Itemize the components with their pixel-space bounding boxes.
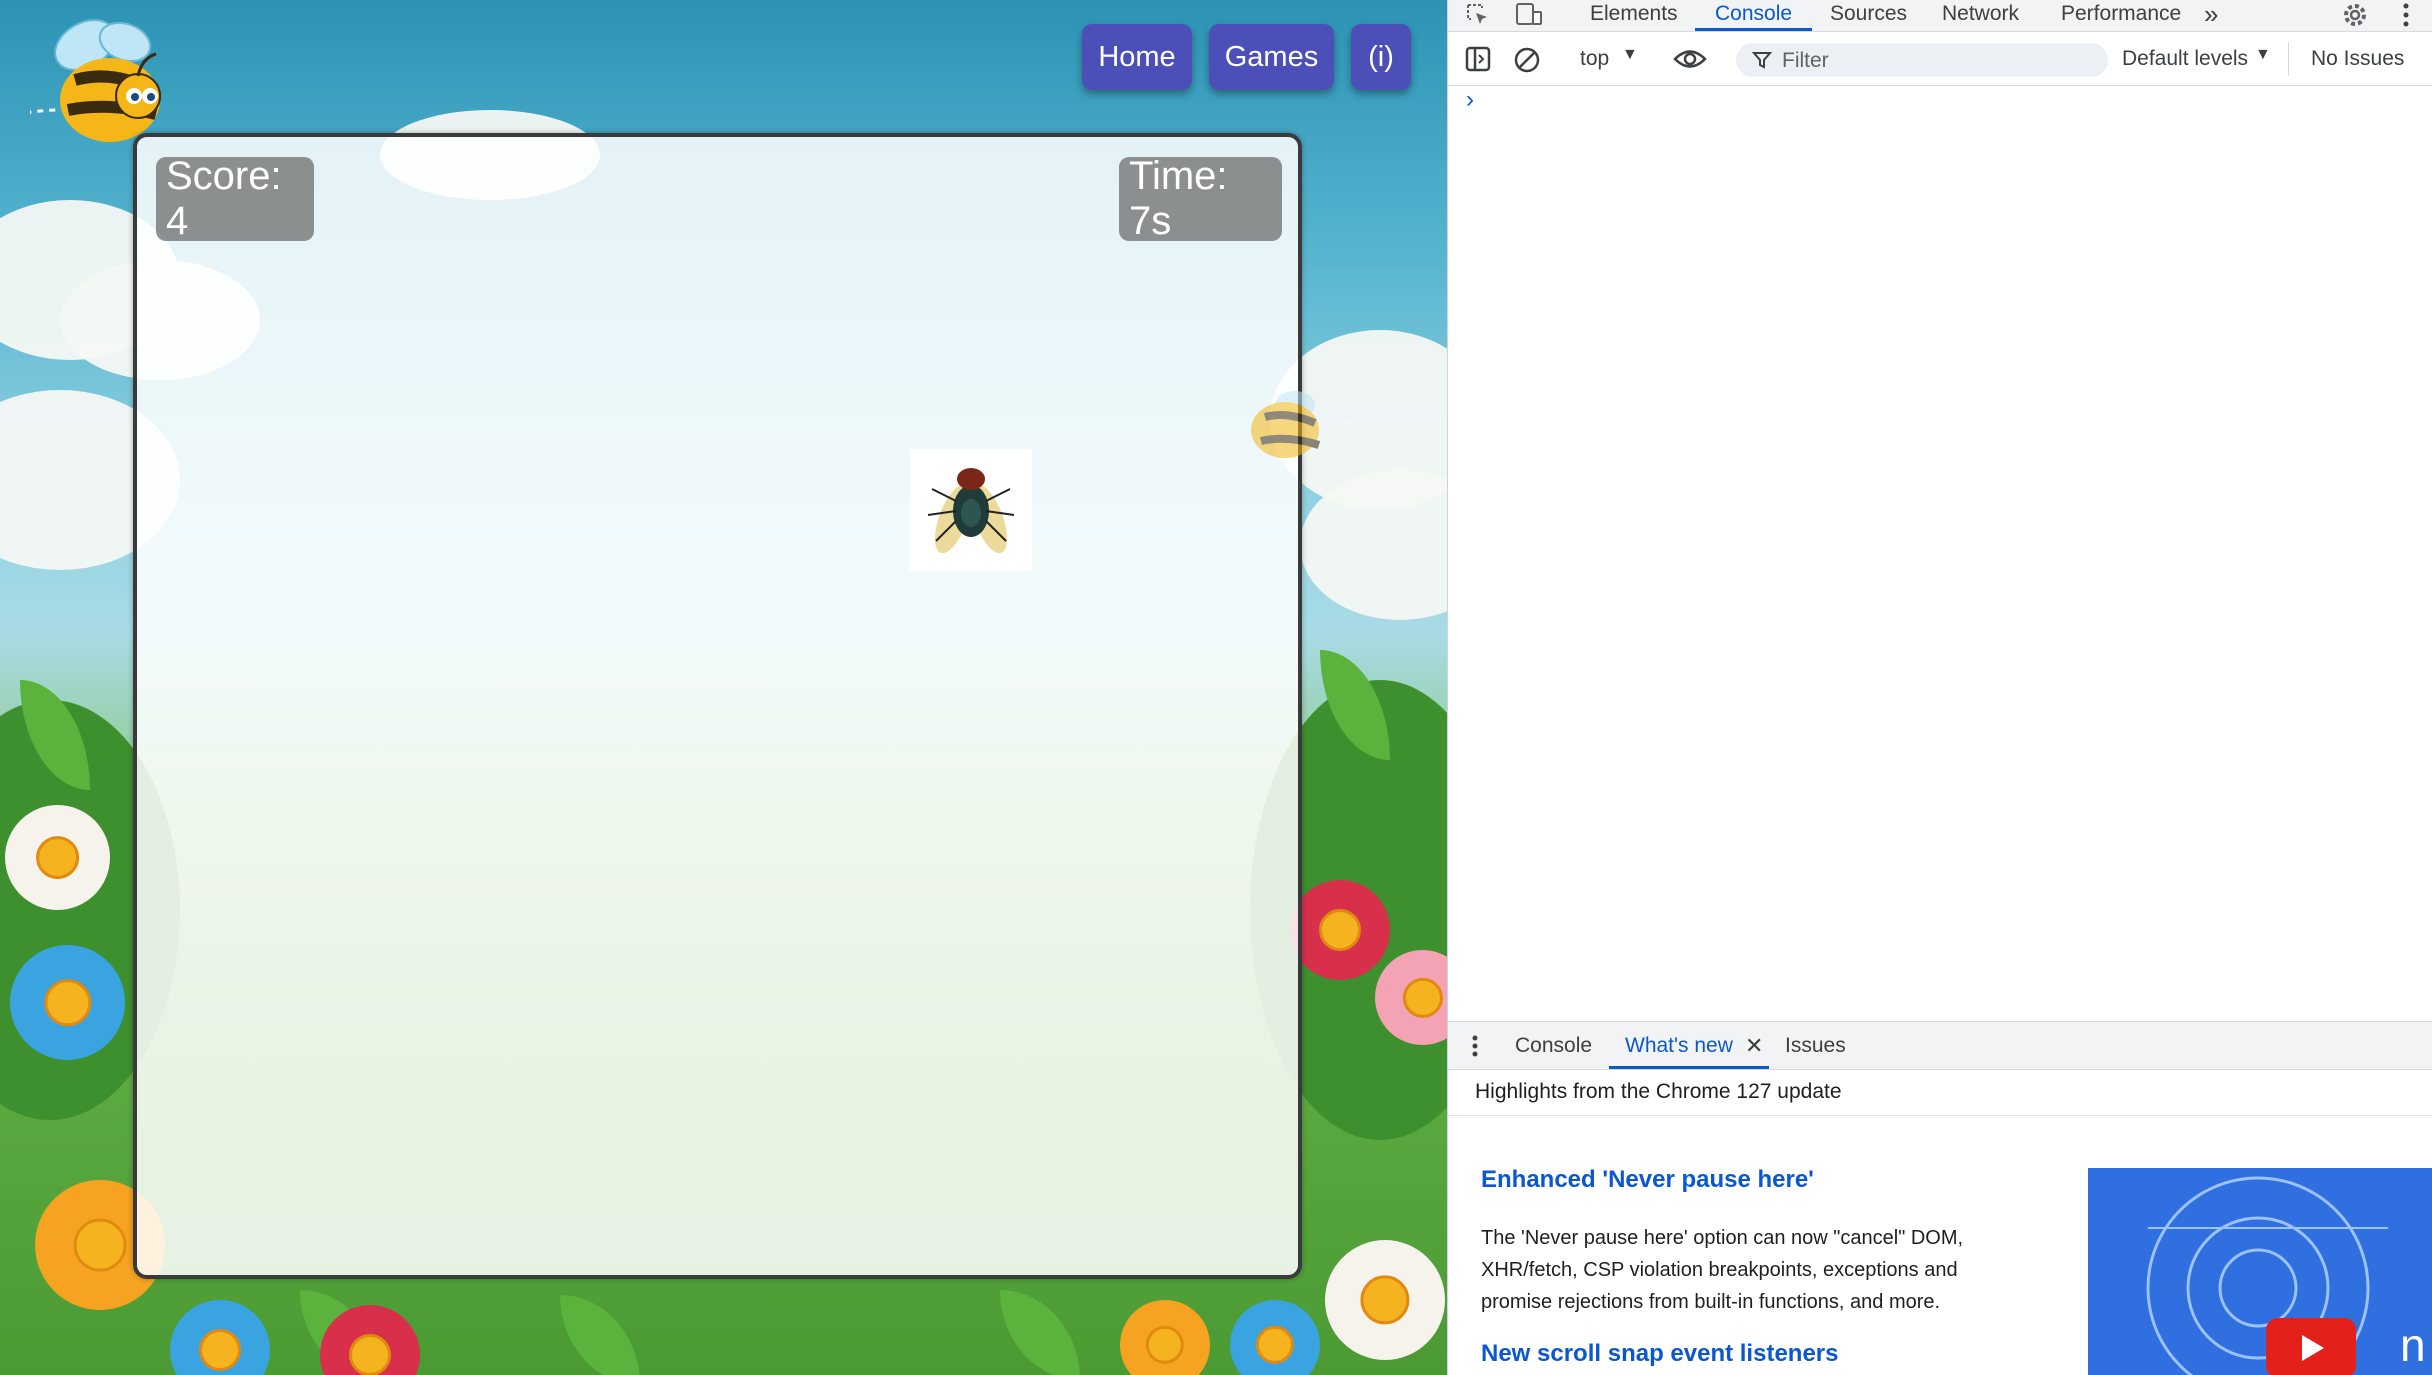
bee-icon [30,19,161,142]
home-button[interactable]: Home [1082,24,1192,90]
context-selector[interactable]: top [1580,47,1609,71]
thumbnail-text: n [2400,1319,2426,1371]
flower-decoration [1325,1240,1445,1360]
background-leaf [1000,1290,1080,1375]
flower-decoration [170,1300,270,1375]
game-board[interactable]: Score: 4 Time: 7s [133,133,1302,1279]
flower-decoration [5,805,110,910]
tab-performance[interactable]: Performance [2061,0,2181,31]
devtools-panel: Elements Console Sources Network Perform… [1447,0,2432,1375]
tab-console[interactable]: Console [1695,0,1813,31]
console-output[interactable]: › [1448,86,2432,1020]
drawer-tab-whats-new-label: What's new [1625,1034,1733,1057]
background-leaf [560,1295,640,1375]
bee-icon [1251,391,1354,458]
chevron-down-icon: ▼ [2255,46,2271,63]
fly-icon[interactable] [910,449,1032,571]
drawer-tab-whats-new[interactable]: What's new ✕ [1609,1022,1769,1069]
devtools-tab-bar: Elements Console Sources Network Perform… [1448,0,2432,32]
chrome-logo-graphic [2146,1176,2388,1375]
news-item-description: The 'Never pause here' option can now "c… [1481,1227,1964,1313]
video-thumbnail[interactable]: n [2088,1168,2432,1375]
drawer-tab-bar: Console What's new ✕ Issues [1448,1021,2432,1070]
score-display: Score: 4 [156,154,314,243]
game-pane: Home Games (i) Score: 4 Time: 7s [0,0,1447,1375]
drawer-tab-console[interactable]: Console [1515,1022,1592,1069]
drawer-menu-icon[interactable] [1470,1034,1480,1058]
tab-sources[interactable]: Sources [1830,0,1907,31]
tab-elements[interactable]: Elements [1590,0,1678,31]
whats-new-header: Highlights from the Chrome 127 update [1475,1080,1842,1103]
news-item-title[interactable]: Enhanced 'Never pause here' [1481,1166,1814,1194]
sidebar-toggle-icon[interactable] [1465,46,1491,72]
console-prompt-icon[interactable]: › [1466,86,1474,114]
clear-console-icon[interactable] [1513,46,1541,74]
kebab-menu-icon[interactable] [2398,1,2414,29]
log-levels-dropdown[interactable]: Default levels [2122,47,2248,71]
issues-counter[interactable]: No Issues [2311,47,2404,71]
youtube-play-icon[interactable] [2266,1318,2356,1375]
chevron-down-icon: ▼ [1622,46,1638,63]
tab-network[interactable]: Network [1942,0,2019,31]
flower-decoration [1230,1300,1320,1375]
flower-decoration [10,945,125,1060]
games-button[interactable]: Games [1209,24,1334,90]
filter-funnel-icon [1752,52,1772,69]
info-button[interactable]: (i) [1351,24,1411,90]
divider [1448,1115,2432,1116]
device-toolbar-icon[interactable] [1515,2,1543,28]
timer-display: Time: 7s [1119,154,1282,243]
flower-decoration [1290,880,1390,980]
drawer-tab-issues[interactable]: Issues [1785,1022,1846,1069]
live-expression-eye-icon[interactable] [1673,46,1707,72]
settings-gear-icon[interactable] [2341,1,2369,29]
filter-field[interactable] [1736,43,2108,79]
toolbar-divider [2288,42,2289,76]
more-tabs-icon[interactable]: » [2204,0,2218,31]
flower-decoration [1120,1300,1210,1375]
filter-input[interactable] [1780,43,2104,79]
close-icon[interactable]: ✕ [1745,1022,1763,1069]
console-toolbar: top ▼ Default levels ▼ No Issues [1448,32,2432,86]
inspect-element-icon[interactable] [1465,2,1491,28]
news-item-title[interactable]: New scroll snap event listeners [1481,1340,1838,1368]
